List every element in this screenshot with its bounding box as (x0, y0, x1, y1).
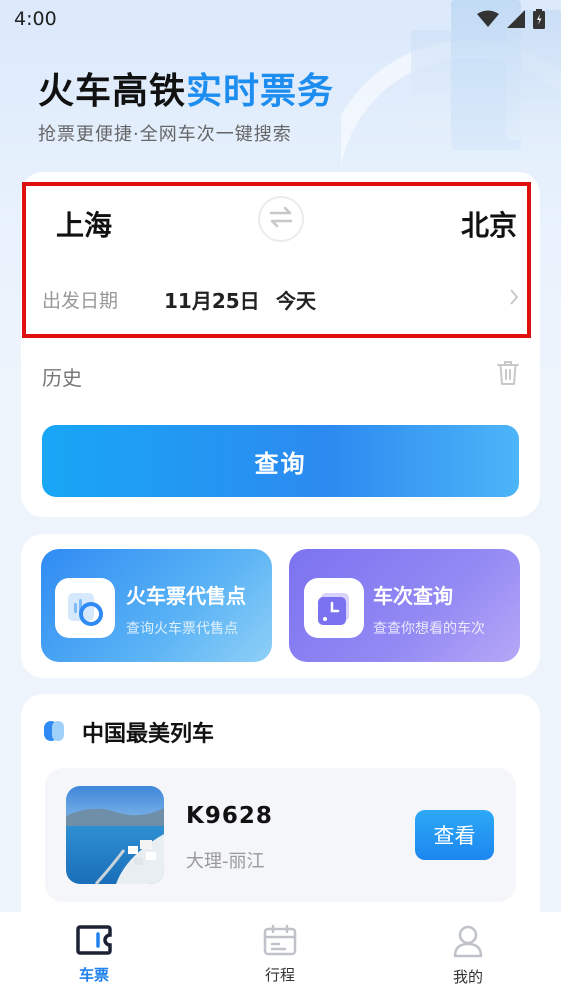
trash-icon[interactable] (497, 360, 519, 390)
tab-tickets-label: 车票 (78, 966, 109, 984)
user-icon (452, 912, 484, 962)
train-schedule-icon (304, 578, 364, 638)
tab-tickets[interactable]: 车票 (34, 912, 154, 999)
train-schedule-title: 车次查询 (373, 584, 453, 608)
bottom-tab-bar: 车票 行程 我的 (0, 912, 561, 999)
train-schedule-desc: 查查你想看的车次 (373, 621, 485, 637)
highlight-box (22, 182, 531, 338)
tab-itinerary-label: 行程 (264, 966, 295, 984)
section-marker-icon (44, 720, 66, 742)
page-title-accent: 实时票务 (186, 71, 335, 112)
train-number: K9628 (186, 803, 273, 829)
page-subtitle: 抢票更便捷·全网车次一键搜索 (38, 124, 292, 145)
history-label: 历史 (42, 366, 82, 390)
wifi-icon (477, 10, 499, 28)
signal-icon (507, 10, 525, 28)
train-photo (66, 786, 164, 884)
tab-itinerary[interactable]: 行程 (220, 912, 340, 999)
page-title: 火车高铁实时票务 (38, 62, 334, 114)
ticket-agent-icon (55, 578, 115, 638)
status-time: 4:00 (14, 8, 57, 30)
view-train-button[interactable]: 查看 (415, 810, 494, 860)
battery-icon (533, 9, 545, 29)
calendar-icon (263, 912, 297, 960)
ticket-icon (76, 912, 112, 960)
tab-mine-label: 我的 (452, 968, 483, 986)
tab-mine[interactable]: 我的 (408, 912, 528, 999)
ticket-agent-desc: 查询火车票代售点 (126, 621, 238, 637)
page-title-main: 火车高铁 (38, 71, 187, 112)
status-bar: 4:00 (0, 0, 561, 38)
search-button[interactable]: 查询 (42, 425, 519, 497)
ticket-agent-title: 火车票代售点 (126, 584, 246, 608)
train-route: 大理-丽江 (186, 851, 265, 872)
section-title: 中国最美列车 (82, 722, 215, 747)
